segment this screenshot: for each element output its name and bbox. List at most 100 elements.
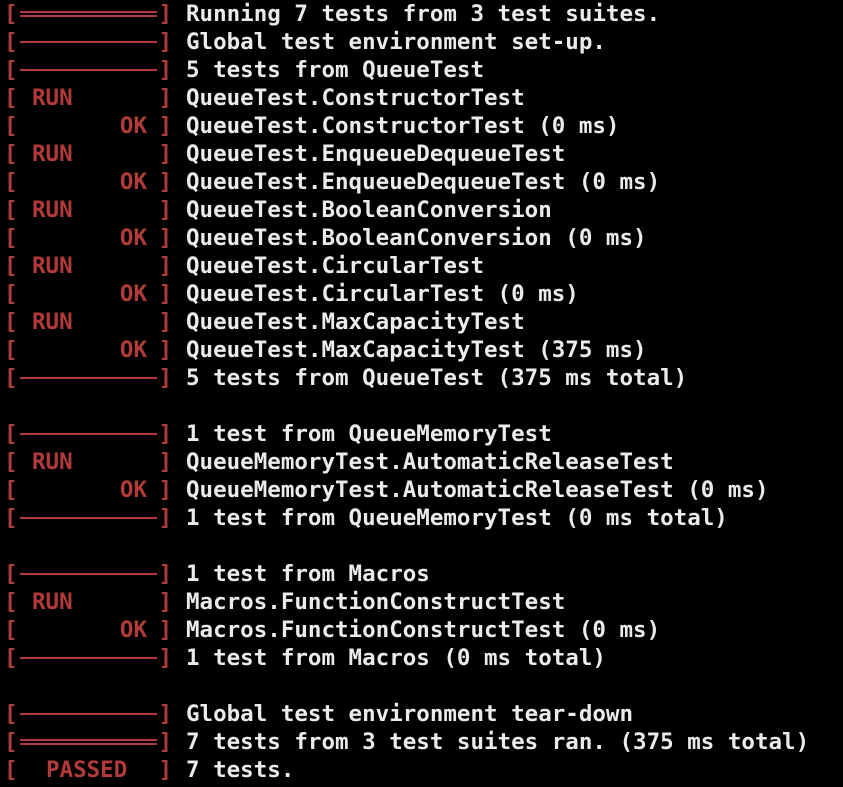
line-text: 5 tests from QueueTest [186,57,485,83]
status-tag-bar: [] [4,28,172,56]
bracket-close: ] [158,337,172,363]
output-line: [] 1 test from QueueMemoryTest [0,420,843,448]
line-text: Macros.FunctionConstructTest (0 ms) [186,617,661,643]
status-tag-dbar: [] [4,728,172,756]
status-tag-ok: [OK] [4,476,172,504]
output-line: [OK] QueueTest.ConstructorTest (0 ms) [0,112,843,140]
bracket-open: [ [4,505,18,531]
bracket-open: [ [4,617,18,643]
bracket-open: [ [4,701,18,727]
line-text: QueueTest.EnqueueDequeueTest [186,141,566,167]
status-tag-ok: [OK] [4,112,172,140]
bracket-close: ] [158,449,172,475]
separator-bar [20,517,157,519]
bracket-open: [ [4,29,18,55]
bracket-open: [ [4,729,18,755]
status-label-ok: OK [119,225,147,251]
output-line: [RUN] Macros.FunctionConstructTest [0,588,843,616]
line-text: Global test environment set-up. [186,29,606,55]
output-line: [RUN] QueueMemoryTest.AutomaticReleaseTes… [0,448,843,476]
output-line: [OK] QueueTest.EnqueueDequeueTest (0 ms) [0,168,843,196]
status-tag-bar: [] [4,560,172,588]
output-line: [ OK] QueueTest.CircularTest (0 ms) [0,280,843,308]
line-text: QueueTest.BooleanConversion (0 ms) [186,225,647,251]
bracket-open: [ [4,141,18,167]
line-text: QueueMemoryTest.AutomaticReleaseTest (0 … [186,477,769,503]
status-tag-dbar: [] [4,0,172,28]
bracket-open: [ [4,197,18,223]
status-label-run: RUN [32,253,73,279]
output-line: [PASSED] 7 tests. [0,756,843,784]
status-tag-bar: [] [4,504,172,532]
status-label-run: RUN [32,309,73,335]
status-tag-bar: [] [4,644,172,672]
status-tag-run: [RUN] [4,196,172,224]
output-line: [] 5 tests from QueueTest (375 ms total) [0,364,843,392]
status-label-run: RUN [32,197,73,223]
bracket-close: ] [158,365,172,391]
bracket-close: ] [158,421,172,447]
bracket-close: ] [158,281,172,307]
line-text: QueueMemoryTest.AutomaticReleaseTest [186,449,674,475]
status-tag-run: [ RUN] [4,588,172,616]
status-tag-run: [ RUN] [4,140,172,168]
bracket-open: [ [4,589,18,615]
status-tag-bar: [] [4,700,172,728]
status-tag-run: [RUN] [4,448,172,476]
output-line: [OK] QueueMemoryTest.AutomaticReleaseTest… [0,476,843,504]
output-line: [ RUN] QueueTest.CircularTest [0,252,843,280]
status-label-run: RUN [32,589,73,615]
line-text: 1 test from QueueMemoryTest (0 ms total) [186,505,728,531]
line-text: 1 test from Macros (0 ms total) [186,645,606,671]
line-text: QueueTest.CircularTest (0 ms) [186,281,579,307]
status-label-ok: OK [119,477,147,503]
output-line: [ OK] QueueTest.BooleanConversion (0 ms) [0,224,843,252]
bracket-open: [ [4,449,18,475]
bracket-open: [ [4,421,18,447]
line-text: 5 tests from QueueTest (375 ms total) [186,365,688,391]
status-label-ok: OK [119,113,147,139]
line-text: QueueTest.EnqueueDequeueTest (0 ms) [186,169,661,195]
bracket-open: [ [4,253,18,279]
status-tag-run: [RUN] [4,308,172,336]
line-text: QueueTest.CircularTest [186,253,485,279]
status-label-run: RUN [32,141,73,167]
output-line: [] 7 tests from 3 test suites ran. (375 m… [0,728,843,756]
bracket-close: ] [158,645,172,671]
output-line: [ RUN] QueueTest.EnqueueDequeueTest [0,140,843,168]
status-label-ok: OK [119,337,147,363]
bracket-open: [ [4,365,18,391]
bracket-close: ] [158,253,172,279]
status-tag-ok: [OK] [4,616,172,644]
bracket-close: ] [158,225,172,251]
line-text: QueueTest.ConstructorTest [186,85,525,111]
bracket-open: [ [4,225,18,251]
line-text: Global test environment tear-down [186,701,634,727]
bracket-close: ] [158,29,172,55]
bracket-open: [ [4,337,18,363]
separator-bar [20,69,157,71]
status-label-ok: OK [119,281,147,307]
bracket-close: ] [158,1,172,27]
status-tag-passed: [PASSED] [4,756,172,784]
bracket-open: [ [4,757,18,783]
bracket-close: ] [158,757,172,783]
bracket-open: [ [4,85,18,111]
output-line: [RUN] QueueTest.ConstructorTest [0,84,843,112]
status-tag-ok: [ OK] [4,336,172,364]
separator-bar [20,657,157,659]
bracket-close: ] [158,141,172,167]
bracket-close: ] [158,477,172,503]
bracket-open: [ [4,57,18,83]
bracket-close: ] [158,113,172,139]
line-text: 7 tests from 3 test suites ran. (375 ms … [186,729,810,755]
separator-bar [20,573,157,575]
bracket-open: [ [4,281,18,307]
bracket-close: ] [158,309,172,335]
bracket-close: ] [158,589,172,615]
bracket-close: ] [158,85,172,111]
bracket-open: [ [4,1,18,27]
status-tag-ok: [ OK] [4,280,172,308]
